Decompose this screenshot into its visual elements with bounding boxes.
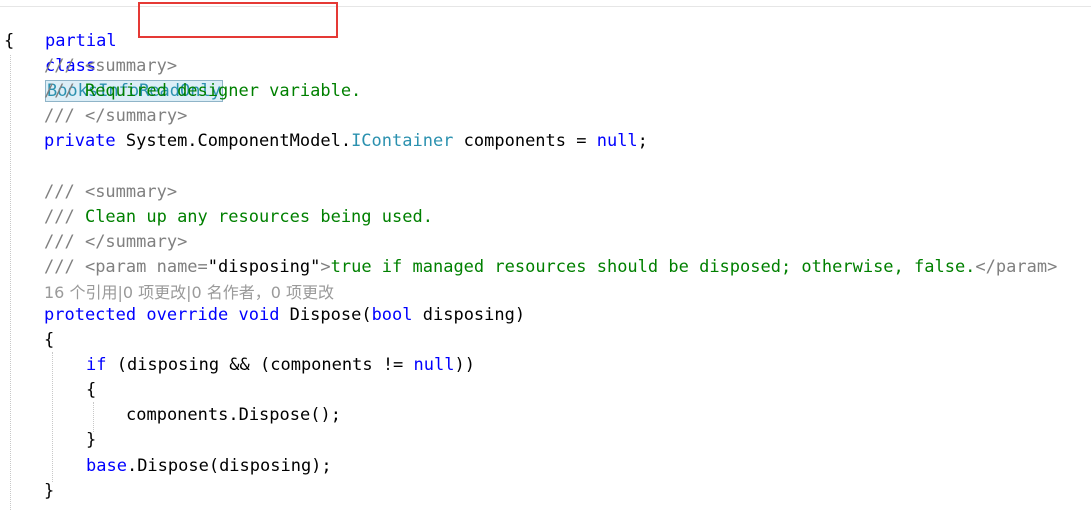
code-line: { (44, 328, 54, 353)
code-text: components.Dispose(); (126, 405, 341, 425)
doc-text: true if managed resources should be disp… (330, 257, 976, 277)
doc-comment-line: /// <summary> (44, 180, 177, 205)
doc-prefix: /// (44, 232, 75, 252)
code-text: components = (453, 131, 597, 151)
code-line: { (86, 378, 96, 403)
doc-tag: <param name= (74, 257, 208, 277)
brace: { (44, 330, 55, 350)
brace: } (44, 481, 55, 501)
doc-comment-line: /// <summary> (44, 54, 177, 79)
code-line: } (86, 428, 96, 453)
brace: { (4, 31, 15, 51)
doc-tag: <summary> (74, 182, 178, 202)
doc-comment-line: /// Required designer variable. (44, 79, 361, 104)
doc-tag: > (320, 257, 331, 277)
namespace: System.ComponentModel. (115, 131, 352, 151)
keyword: protected (44, 305, 137, 325)
keyword: override (136, 305, 229, 325)
doc-tag: </param> (975, 257, 1058, 277)
keyword: partial (44, 31, 117, 51)
code-text: ; (637, 131, 648, 151)
keyword: null (413, 355, 455, 375)
brace: } (86, 430, 97, 450)
doc-text: Required designer variable. (74, 81, 362, 101)
code-line: if (disposing && (components != null)) (86, 353, 475, 378)
code-line: base.Dispose(disposing); (86, 454, 332, 479)
keyword: void (228, 305, 280, 325)
keyword: null (596, 131, 638, 151)
doc-tag: </summary> (74, 232, 188, 252)
code-line: protected override void Dispose(bool dis… (44, 303, 525, 328)
code-editor[interactable]: partial class BooksInfoReadOnly { /// <s… (0, 0, 1091, 516)
annotation-box (138, 2, 338, 38)
codelens-info[interactable]: 16 个引用|0 项更改|0 名作者，0 项更改 (44, 280, 334, 305)
doc-prefix: /// (44, 81, 75, 101)
indent-guide (52, 352, 53, 482)
type-name: IContainer (351, 131, 454, 151)
doc-tag: <summary> (74, 56, 178, 76)
code-line: } (44, 479, 54, 504)
doc-prefix: /// (44, 56, 75, 76)
doc-prefix: /// (44, 106, 75, 126)
keyword: bool (371, 305, 413, 325)
doc-prefix: /// (44, 207, 75, 227)
code-line: { (4, 29, 14, 54)
doc-prefix: /// (44, 182, 75, 202)
code-text: (disposing && (components != (106, 355, 414, 375)
method-name: Dispose( (279, 305, 372, 325)
doc-tag: </summary> (74, 106, 188, 126)
brace: { (86, 380, 97, 400)
code-line: private System.ComponentModel.IContainer… (44, 129, 648, 154)
code-text: disposing) (412, 305, 526, 325)
keyword: private (44, 131, 116, 151)
doc-attr-value: "disposing" (207, 257, 321, 277)
doc-comment-line: /// </summary> (44, 104, 187, 129)
doc-comment-line: /// <param name="disposing">true if mana… (44, 255, 1057, 280)
doc-comment-line: /// Clean up any resources being used. (44, 205, 433, 230)
code-text: .Dispose(disposing); (126, 456, 332, 476)
code-text: )) (454, 355, 475, 375)
doc-text: Clean up any resources being used. (74, 207, 433, 227)
code-line: components.Dispose(); (126, 403, 341, 428)
keyword: if (86, 355, 107, 375)
keyword: base (86, 456, 127, 476)
doc-comment-line: /// </summary> (44, 230, 187, 255)
doc-prefix: /// (44, 257, 75, 277)
